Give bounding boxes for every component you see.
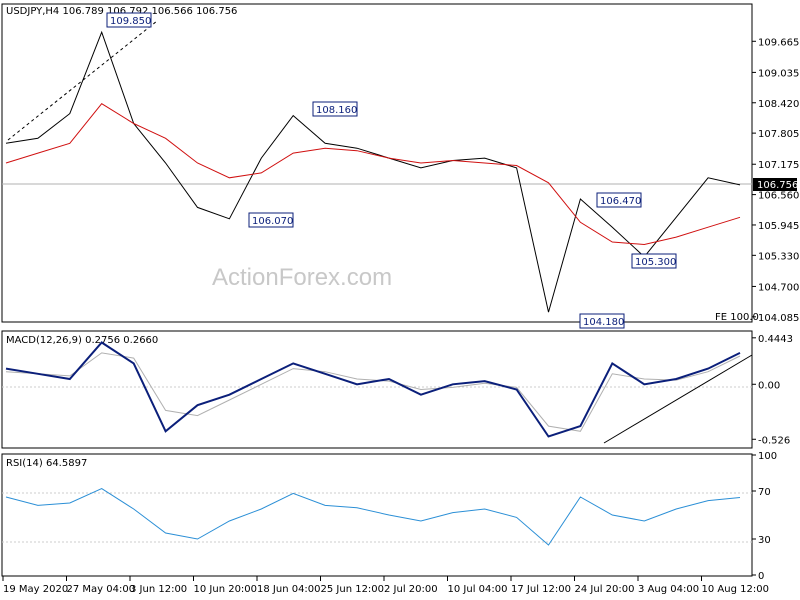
macd-axis-tick-label: -0.526 [758, 435, 790, 446]
current-price-marker: 106.756 [753, 178, 798, 191]
price-axis-tick-label: 106.560 [758, 191, 799, 202]
annotation-109850: 109.850 [106, 12, 152, 28]
time-axis-label: 10 Jun 20:00 [194, 584, 258, 595]
price-axis-tick-label: 107.805 [758, 129, 799, 140]
macd-axis: 0.4443 0.00 -0.526 [752, 334, 793, 446]
rsi-axis-tick-label: 100 [758, 451, 777, 462]
price-axis-tick-label: 109.035 [758, 68, 799, 79]
time-axis-label: 17 Jul 12:00 [511, 584, 571, 595]
macd-axis-tick-label: 0.4443 [758, 334, 793, 345]
svg-text:106.470: 106.470 [600, 196, 641, 207]
rsi-axis: 100 70 30 0 [752, 451, 777, 582]
macd-panel [1, 330, 753, 449]
annotation-106070: 106.070 [248, 212, 294, 228]
price-axis-tick-label: 104.700 [758, 282, 799, 293]
annotation-104180: 104.180 [579, 313, 625, 329]
macd-title: MACD(12,26,9) 0.2756 0.2660 [6, 335, 158, 346]
rsi-axis-tick-label: 70 [758, 487, 771, 498]
svg-text:105.300: 105.300 [635, 257, 676, 268]
svg-text:108.160: 108.160 [316, 105, 357, 116]
rsi-panel [1, 453, 753, 577]
rsi-axis-tick-label: 0 [758, 571, 764, 582]
rsi-title: RSI(14) 64.5897 [6, 458, 87, 469]
price-axis-tick-label: 108.420 [758, 99, 799, 110]
svg-text:109.850: 109.850 [110, 16, 151, 27]
watermark: ActionForex.com [212, 264, 392, 291]
price-axis-tick-label: 109.665 [758, 37, 799, 48]
time-axis-label: 2 Jul 20:00 [384, 584, 438, 595]
time-axis-label: 10 Aug 12:00 [702, 584, 769, 595]
time-axis: 19 May 202027 May 04:003 Jun 12:00 10 Jun… [2, 576, 769, 595]
annotation-105300: 105.300 [631, 253, 677, 269]
fe-label: FE 100.0 [715, 312, 759, 323]
time-axis-label: 24 Jul 20:00 [575, 584, 635, 595]
forex-chart: USDJPY,H4 106.789 106.792 106.566 106.75… [1, 3, 799, 595]
annotation-106470: 106.470 [596, 192, 642, 208]
price-axis-tick-label: 107.175 [758, 160, 799, 171]
time-axis-label: 3 Aug 04:00 [638, 584, 699, 595]
svg-text:106.756: 106.756 [757, 180, 798, 191]
price-axis-tick-label: 105.945 [758, 221, 799, 232]
rsi-axis-tick-label: 30 [758, 535, 771, 546]
time-axis-label: 3 Jun 12:00 [130, 584, 187, 595]
time-axis-label: 27 May 04:00 [67, 584, 136, 595]
time-axis-label: 25 Jun 12:00 [321, 584, 385, 595]
annotation-108160: 108.160 [312, 101, 358, 117]
svg-text:104.180: 104.180 [583, 317, 624, 328]
macd-axis-tick-label: 0.00 [758, 380, 780, 391]
price-axis-tick-label: 105.330 [758, 251, 799, 262]
price-axis-tick-label: 104.085 [758, 313, 799, 324]
svg-text:106.070: 106.070 [252, 216, 293, 227]
time-axis-label: 19 May 2020 [3, 584, 68, 595]
time-axis-label: 18 Jun 04:00 [257, 584, 321, 595]
time-axis-label: 10 Jul 04:00 [448, 584, 508, 595]
